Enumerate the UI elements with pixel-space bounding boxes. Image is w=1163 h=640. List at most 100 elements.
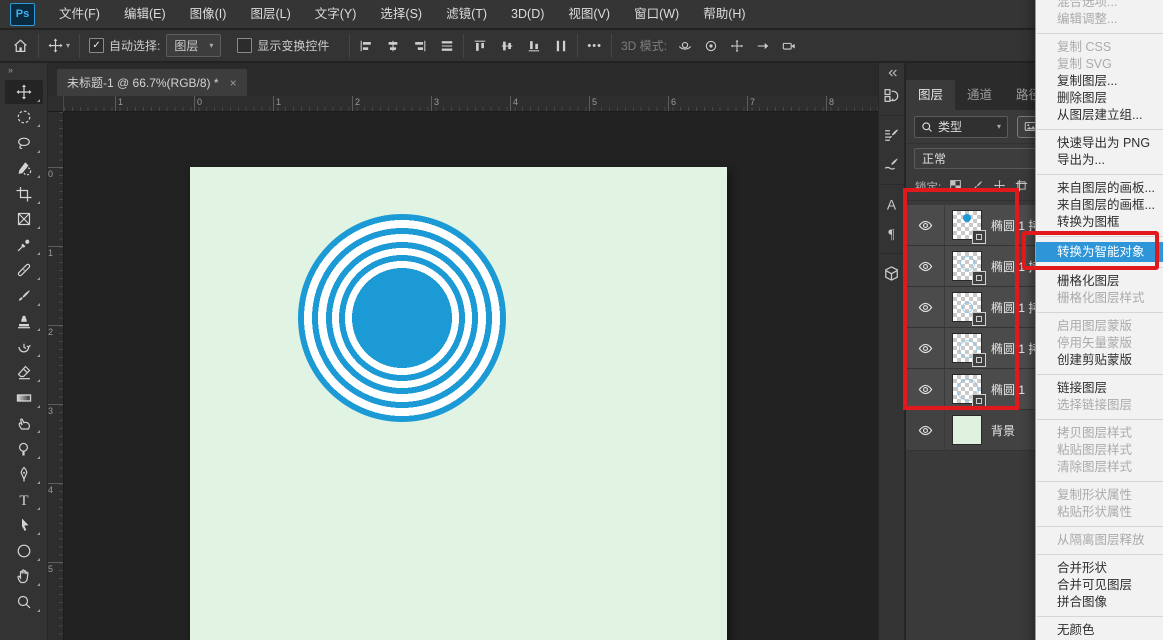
lock-image-button[interactable] bbox=[971, 179, 984, 195]
document-tab[interactable]: 未标题-1 @ 66.7%(RGB/8) * × bbox=[57, 69, 247, 96]
pen-tool[interactable] bbox=[5, 462, 43, 486]
layer-visibility-toggle[interactable] bbox=[906, 246, 945, 286]
context-menu-item-25[interactable]: 链接图层 bbox=[1036, 380, 1163, 397]
lock-position-button[interactable] bbox=[993, 179, 1006, 195]
layer-filter-kind-dropdown[interactable]: 类型 ▾ bbox=[914, 116, 1008, 138]
elliptical-marquee-tool[interactable] bbox=[5, 105, 43, 129]
move-tool-preset[interactable] bbox=[48, 38, 63, 53]
layer-visibility-toggle[interactable] bbox=[906, 287, 945, 327]
align-v-center-button[interactable] bbox=[500, 39, 514, 53]
context-menu-item-38[interactable]: 合并可见图层 bbox=[1036, 577, 1163, 594]
layer-thumbnail[interactable] bbox=[952, 415, 982, 445]
camera-3d-button[interactable] bbox=[782, 39, 796, 53]
lasso-tool[interactable] bbox=[5, 131, 43, 155]
eyedropper-tool[interactable] bbox=[5, 233, 43, 257]
history-panel-button[interactable] bbox=[880, 84, 903, 107]
history-brush-tool[interactable] bbox=[5, 335, 43, 359]
layer-visibility-toggle[interactable] bbox=[906, 410, 945, 450]
context-menu-item-5[interactable]: 复制图层... bbox=[1036, 73, 1163, 90]
smudge-tool[interactable] bbox=[5, 411, 43, 435]
align-top-button[interactable] bbox=[473, 39, 487, 53]
move-tool[interactable] bbox=[5, 80, 43, 104]
layer-name[interactable]: 椭圆 1 bbox=[991, 381, 1025, 398]
layer-visibility-toggle[interactable] bbox=[906, 369, 945, 409]
paragraph-panel-button[interactable]: ¶ bbox=[880, 222, 903, 245]
distribute-h-button[interactable] bbox=[440, 39, 454, 53]
layer-thumbnail[interactable] bbox=[952, 374, 982, 404]
menu-item-2[interactable]: 图像(I) bbox=[178, 0, 239, 29]
align-left-button[interactable] bbox=[359, 39, 373, 53]
zoom-tool[interactable] bbox=[5, 590, 43, 614]
vertical-ruler[interactable]: 012345 bbox=[48, 112, 64, 640]
context-menu-item-39[interactable]: 拼合图像 bbox=[1036, 594, 1163, 611]
layer-visibility-toggle[interactable] bbox=[906, 328, 945, 368]
pasteboard[interactable] bbox=[64, 112, 878, 640]
concentric-circles-artwork[interactable] bbox=[298, 214, 506, 422]
type-tool[interactable]: T bbox=[5, 488, 43, 512]
layer-visibility-toggle[interactable] bbox=[906, 205, 945, 245]
canvas[interactable] bbox=[190, 167, 727, 640]
hand-tool[interactable] bbox=[5, 564, 43, 588]
align-h-center-button[interactable] bbox=[386, 39, 400, 53]
dodge-tool[interactable] bbox=[5, 437, 43, 461]
path-selection-tool[interactable] bbox=[5, 513, 43, 537]
gradient-tool[interactable] bbox=[5, 386, 43, 410]
context-menu-item-10[interactable]: 导出为... bbox=[1036, 152, 1163, 169]
roll-3d-button[interactable] bbox=[704, 39, 718, 53]
align-right-button[interactable] bbox=[413, 39, 427, 53]
horizontal-ruler[interactable]: 1012345678 bbox=[64, 96, 878, 112]
panel-tab-通道[interactable]: 通道 bbox=[955, 80, 1004, 110]
clone-stamp-tool[interactable] bbox=[5, 309, 43, 333]
brush-tool[interactable] bbox=[5, 284, 43, 308]
menu-item-3[interactable]: 图层(L) bbox=[238, 0, 302, 29]
show-transform-checkbox[interactable] bbox=[237, 38, 252, 53]
pan-3d-button[interactable] bbox=[730, 39, 744, 53]
eraser-tool[interactable] bbox=[5, 360, 43, 384]
character-panel-button[interactable]: A bbox=[880, 193, 903, 216]
menu-item-6[interactable]: 滤镜(T) bbox=[434, 0, 499, 29]
menu-item-8[interactable]: 视图(V) bbox=[556, 0, 622, 29]
panel-tab-图层[interactable]: 图层 bbox=[906, 80, 955, 110]
frame-tool[interactable] bbox=[5, 207, 43, 231]
slide-3d-button[interactable] bbox=[756, 39, 770, 53]
context-menu-item-6[interactable]: 删除图层 bbox=[1036, 90, 1163, 107]
expand-panels-icon[interactable] bbox=[885, 65, 899, 81]
layer-thumbnail[interactable] bbox=[952, 210, 982, 240]
quick-selection-tool[interactable] bbox=[5, 156, 43, 180]
spot-healing-tool[interactable] bbox=[5, 258, 43, 282]
threed-panel-panel-button[interactable] bbox=[880, 262, 903, 285]
align-bottom-button[interactable] bbox=[527, 39, 541, 53]
context-menu-item-41[interactable]: 无颜色 bbox=[1036, 622, 1163, 639]
brush-presets-panel-button[interactable] bbox=[880, 153, 903, 176]
context-menu-item-18[interactable]: 栅格化图层 bbox=[1036, 273, 1163, 290]
layer-name[interactable]: 背景 bbox=[991, 422, 1015, 439]
menu-item-7[interactable]: 3D(D) bbox=[499, 0, 556, 29]
layer-thumbnail[interactable] bbox=[952, 333, 982, 363]
auto-select-checkbox[interactable]: ✓ bbox=[89, 38, 104, 53]
context-menu-item-14[interactable]: 转换为图框 bbox=[1036, 214, 1163, 231]
menu-item-9[interactable]: 窗口(W) bbox=[622, 0, 691, 29]
crop-tool[interactable] bbox=[5, 182, 43, 206]
menu-item-1[interactable]: 编辑(E) bbox=[112, 0, 178, 29]
context-menu-item-12[interactable]: 来自图层的画板... bbox=[1036, 180, 1163, 197]
lock-artboard-button[interactable] bbox=[1015, 179, 1028, 195]
close-tab-icon[interactable]: × bbox=[230, 76, 237, 90]
menu-item-4[interactable]: 文字(Y) bbox=[303, 0, 369, 29]
orbit-3d-button[interactable] bbox=[678, 39, 692, 53]
context-menu-item-13[interactable]: 来自图层的画框... bbox=[1036, 197, 1163, 214]
context-menu-item-37[interactable]: 合并形状 bbox=[1036, 560, 1163, 577]
context-menu-item-9[interactable]: 快速导出为 PNG bbox=[1036, 135, 1163, 152]
brush-settings-panel-button[interactable] bbox=[880, 124, 903, 147]
context-menu-item-23[interactable]: 创建剪贴蒙版 bbox=[1036, 352, 1163, 369]
context-menu-item-16[interactable]: 转换为智能对象 bbox=[1036, 242, 1163, 262]
home-button[interactable] bbox=[12, 37, 29, 54]
menu-item-5[interactable]: 选择(S) bbox=[368, 0, 434, 29]
ellipse-shape-tool[interactable] bbox=[5, 539, 43, 563]
distribute-v-button[interactable] bbox=[554, 39, 568, 53]
lock-transparent-button[interactable] bbox=[949, 179, 962, 195]
ruler-origin-corner[interactable] bbox=[48, 96, 64, 112]
layer-thumbnail[interactable] bbox=[952, 292, 982, 322]
menu-item-0[interactable]: 文件(F) bbox=[47, 0, 112, 29]
layer-thumbnail[interactable] bbox=[952, 251, 982, 281]
menu-item-10[interactable]: 帮助(H) bbox=[691, 0, 757, 29]
